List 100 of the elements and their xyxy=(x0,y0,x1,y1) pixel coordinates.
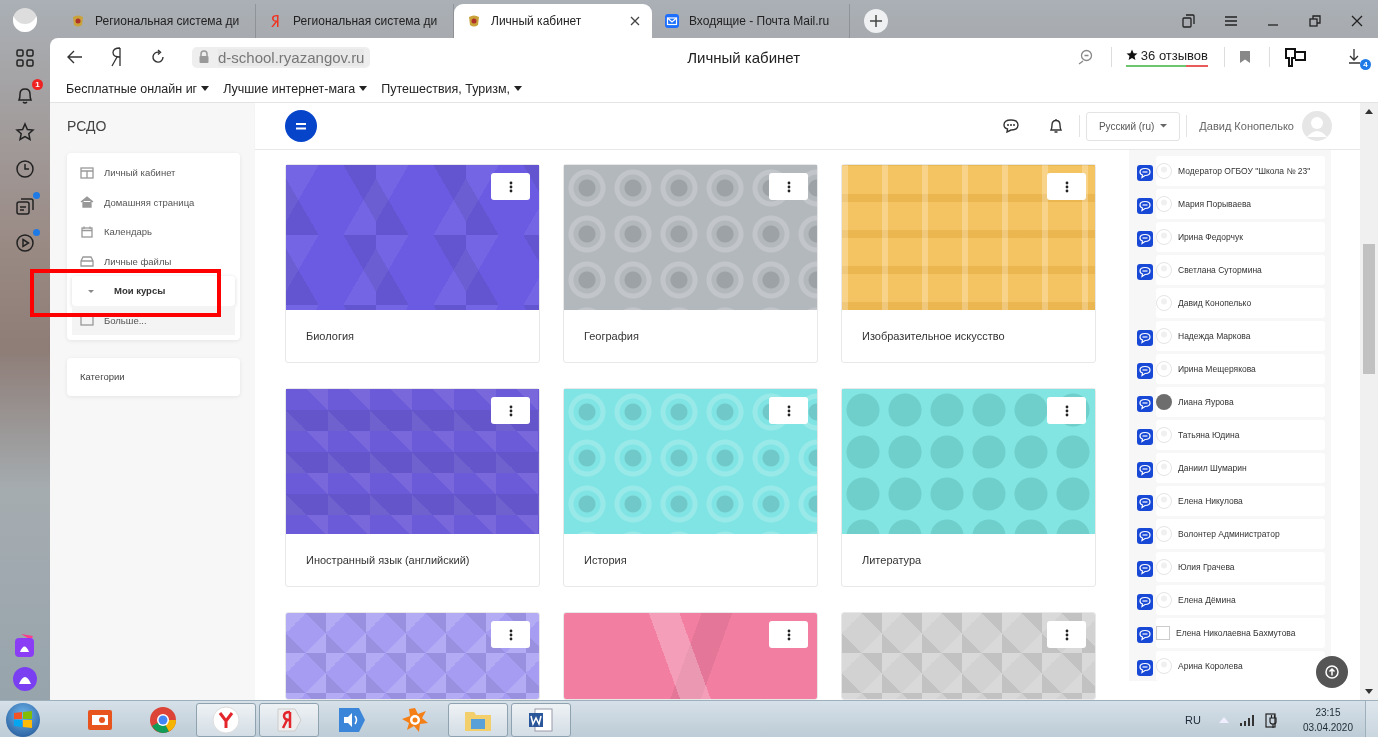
clock[interactable]: 23:15 03.04.2020 xyxy=(1302,704,1353,735)
bell-icon[interactable] xyxy=(1048,118,1063,134)
assistant-icon[interactable] xyxy=(12,666,38,692)
browser-tab[interactable]: Личный кабинет xyxy=(454,4,652,38)
language-dropdown[interactable]: Русский (ru) xyxy=(1085,111,1181,141)
new-tab-button[interactable] xyxy=(864,9,888,33)
course-card[interactable]: Изобразительное искусство xyxy=(841,164,1096,363)
collections-icon[interactable] xyxy=(1181,13,1197,29)
participant-item[interactable]: Давид Конопелько xyxy=(1156,288,1325,318)
message-icon[interactable] xyxy=(1137,528,1153,544)
course-card[interactable]: Биология xyxy=(285,164,540,363)
bookmark-folder[interactable]: Лучшие интернет-мага xyxy=(223,82,368,96)
message-icon[interactable] xyxy=(1137,396,1153,412)
taskbar-app[interactable] xyxy=(259,702,319,737)
taskbar-app[interactable] xyxy=(511,702,571,737)
nav-item[interactable]: Мои курсы xyxy=(72,276,235,306)
course-card[interactable]: Литература xyxy=(841,388,1096,587)
participant-item[interactable]: Татьяна Юдина xyxy=(1156,420,1325,450)
message-icon[interactable] xyxy=(1137,231,1153,247)
play-icon[interactable] xyxy=(14,232,36,254)
message-icon[interactable] xyxy=(1137,429,1153,445)
course-title[interactable]: История xyxy=(584,554,627,566)
cards-icon[interactable] xyxy=(14,195,36,217)
close-icon[interactable] xyxy=(630,16,640,26)
course-card[interactable]: Иностранный язык (английский) xyxy=(285,388,540,587)
menu-button[interactable] xyxy=(285,110,317,142)
participant-item[interactable]: Ирина Мещерякова xyxy=(1156,354,1325,384)
participant-item[interactable]: Модератор ОГБОУ "Школа № 23" xyxy=(1156,156,1325,186)
participant-name: Татьяна Юдина xyxy=(1178,429,1240,441)
nav-item[interactable]: Личный кабинет xyxy=(72,158,235,188)
user-name[interactable]: Давид Конопелько xyxy=(1199,120,1294,132)
user-avatar-icon xyxy=(1156,493,1172,509)
scroll-down-icon[interactable] xyxy=(1365,689,1373,694)
restore-icon[interactable] xyxy=(1307,13,1323,29)
participant-item[interactable]: Мария Порываева xyxy=(1156,189,1325,219)
reload-icon[interactable] xyxy=(150,49,166,65)
chat-icon[interactable] xyxy=(1002,119,1019,133)
letter-logo-icon[interactable] xyxy=(110,47,124,67)
bookmark-icon[interactable] xyxy=(1239,50,1251,64)
course-title[interactable]: География xyxy=(584,330,639,342)
back-arrow-icon[interactable] xyxy=(66,48,84,66)
categories-link[interactable]: Категории xyxy=(67,358,240,396)
participant-item[interactable]: Лиана Яурова xyxy=(1156,387,1325,417)
participant-item[interactable]: Елена Николаевна Бахмутова xyxy=(1156,618,1325,648)
message-icon[interactable] xyxy=(1137,660,1153,676)
key-icon[interactable] xyxy=(1284,46,1308,68)
scrollbar-thumb[interactable] xyxy=(1363,244,1375,374)
menu-icon[interactable] xyxy=(1223,13,1239,29)
course-card[interactable]: География xyxy=(563,164,818,363)
message-icon[interactable] xyxy=(1137,264,1153,280)
course-title[interactable]: Изобразительное искусство xyxy=(862,330,1005,342)
grid-icon[interactable] xyxy=(14,47,36,69)
scroll-up-icon[interactable] xyxy=(1365,109,1373,114)
message-icon[interactable] xyxy=(1137,594,1153,610)
participant-item[interactable]: Елена Дёмина xyxy=(1156,585,1325,615)
clock-icon[interactable] xyxy=(14,158,36,180)
participant-item[interactable]: Ирина Федорчук xyxy=(1156,222,1325,252)
bookmark-folder[interactable]: Путешествия, Туризм, xyxy=(381,82,523,96)
user-avatar-icon xyxy=(1156,460,1172,476)
message-icon[interactable] xyxy=(1137,627,1153,643)
participant-item[interactable]: Даниил Шумарин xyxy=(1156,453,1325,483)
power-plug-icon[interactable] xyxy=(1264,710,1279,729)
participant-item[interactable]: Волонтер Администратор xyxy=(1156,519,1325,549)
message-icon[interactable] xyxy=(1137,561,1153,577)
close-icon[interactable] xyxy=(1349,13,1365,29)
nav-item[interactable]: Календарь xyxy=(72,217,235,247)
download-icon[interactable] xyxy=(1348,48,1362,64)
nav-item[interactable]: Личные файлы xyxy=(72,246,235,276)
message-icon[interactable] xyxy=(1137,495,1153,511)
bookmark-folder[interactable]: Бесплатные онлайн иг xyxy=(66,82,210,96)
message-icon[interactable] xyxy=(1137,165,1153,181)
participant-name: Елена Дёмина xyxy=(1178,594,1236,606)
course-title[interactable]: Биология xyxy=(306,330,354,342)
participant-item[interactable]: Светлана Сутормина xyxy=(1156,255,1325,285)
start-button[interactable] xyxy=(6,702,40,737)
message-icon[interactable] xyxy=(1137,462,1153,478)
signal-icon[interactable] xyxy=(1238,713,1255,726)
address-field[interactable]: d-school.ryazangov.ru xyxy=(192,46,371,68)
user-avatar-icon xyxy=(1156,295,1172,311)
participant-item[interactable]: Надежда Маркова xyxy=(1156,321,1325,351)
course-card[interactable]: История xyxy=(563,388,818,587)
message-icon[interactable] xyxy=(1137,330,1153,346)
panel-icon xyxy=(80,166,94,179)
course-title[interactable]: Иностранный язык (английский) xyxy=(306,554,470,566)
participant-item[interactable]: Елена Никулова xyxy=(1156,486,1325,516)
home-icon xyxy=(80,196,94,209)
site-name[interactable]: РСДО xyxy=(67,103,240,149)
scroll-to-top-button[interactable] xyxy=(1316,656,1348,688)
message-icon[interactable] xyxy=(1137,363,1153,379)
taskbar-app[interactable] xyxy=(196,702,256,737)
assistant-app-icon[interactable] xyxy=(13,632,37,658)
zoom-out-icon[interactable] xyxy=(1076,49,1093,65)
nav-item[interactable]: Домашняя страница xyxy=(72,187,235,217)
reviews-button[interactable]: 36 отзывов xyxy=(1125,47,1208,67)
star-icon[interactable] xyxy=(14,121,36,143)
participant-item[interactable]: Юлия Грачева xyxy=(1156,552,1325,582)
language-indicator[interactable]: RU xyxy=(1185,713,1201,726)
message-icon[interactable] xyxy=(1137,198,1153,214)
course-title[interactable]: Литература xyxy=(862,554,922,566)
participant-item[interactable]: Арина Королева xyxy=(1156,651,1325,681)
